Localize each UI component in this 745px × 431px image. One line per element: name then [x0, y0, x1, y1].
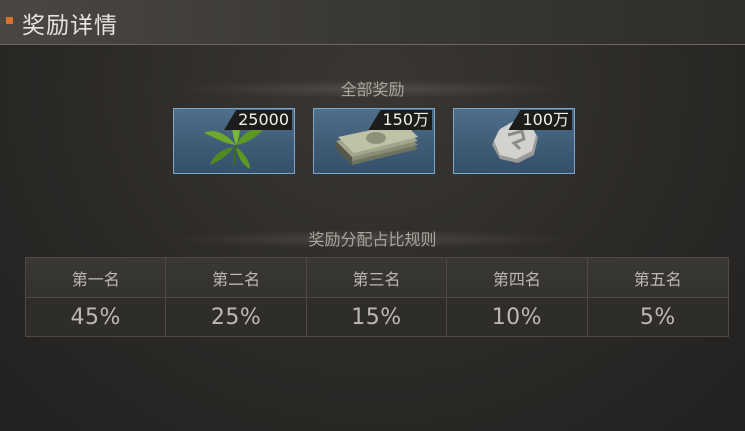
rewards-section-title: 全部奖励 — [340, 80, 405, 99]
rank-percent: 25% — [166, 298, 307, 336]
rank-percent: 45% — [26, 298, 167, 336]
rank-percent: 5% — [587, 298, 728, 336]
rank-percent: 15% — [306, 298, 448, 336]
panel-header: 奖励详情 — [0, 0, 745, 45]
distribution-section-title: 奖励分配占比规则 — [308, 230, 437, 249]
reward-item-cash[interactable]: 150万 — [313, 108, 435, 174]
rank-header: 第五名 — [587, 258, 728, 298]
rank-header: 第二名 — [166, 258, 307, 298]
panel-title: 奖励详情 — [22, 13, 118, 39]
rank-header: 第三名 — [306, 258, 448, 298]
rank-percent: 10% — [447, 298, 588, 336]
distribution-table: 第一名 第二名 第三名 第四名 第五名 45% 25% 15% 10% 5% — [25, 257, 729, 337]
reward-item-herb[interactable]: 25000 — [173, 108, 295, 174]
rank-header: 第一名 — [26, 258, 167, 298]
rank-header: 第四名 — [447, 258, 588, 298]
reward-item-coin[interactable]: 100万 — [453, 108, 575, 174]
orange-bullet-icon — [6, 17, 13, 24]
